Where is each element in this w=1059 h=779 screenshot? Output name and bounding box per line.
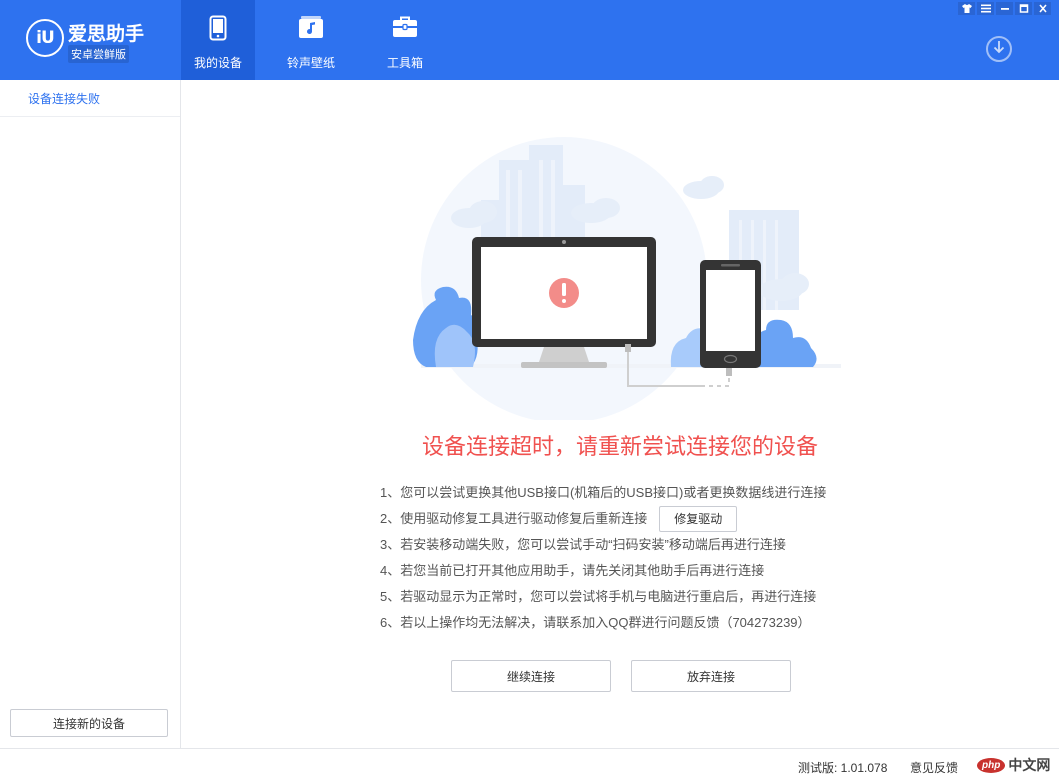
maximize-icon[interactable] (1015, 2, 1032, 15)
music-file-icon (298, 15, 324, 44)
tab-label: 铃声壁纸 (286, 56, 335, 70)
watermark: php 中文网 (977, 755, 1050, 775)
troubleshoot-tips: 1、您可以尝试更换其他USB接口(机箱后的USB接口)或者更换数据线进行连接 2… (380, 480, 826, 636)
tip-line: 6、若以上操作均无法解决，请联系加入QQ群进行问题反馈（704273239） (380, 610, 826, 636)
window-controls (958, 2, 1051, 15)
minimize-icon[interactable] (996, 2, 1013, 15)
continue-connect-button[interactable]: 继续连接 (451, 660, 611, 692)
main-panel: 设备连接超时，请重新尝试连接您的设备 1、您可以尝试更换其他USB接口(机箱后的… (181, 80, 1059, 748)
status-bar: 测试版: 1.01.078 意见反馈 php 中文网 (0, 748, 1059, 779)
app-logo: iU 爱思助手 安卓尝鲜版 (26, 16, 176, 66)
tip-text: 2、使用驱动修复工具进行驱动修复后重新连接 (380, 511, 648, 526)
version-label: 测试版: 1.01.078 (798, 761, 888, 775)
toolbox-icon (392, 15, 418, 44)
download-arrow-icon (993, 40, 1005, 59)
tip-line: 5、若驱动显示为正常时，您可以尝试将手机与电脑进行重启后，再进行连接 (380, 584, 826, 610)
tip-text: 4、若您当前已打开其他应用助手，请先关闭其他助手后再进行连接 (380, 563, 765, 578)
tip-text: 3、若安装移动端失败，您可以尝试手动“扫码安装”移动端后再进行连接 (380, 537, 786, 552)
tab-label: 我的设备 (193, 56, 242, 70)
phone-icon (209, 15, 227, 46)
download-button[interactable] (986, 36, 1012, 62)
shirt-icon[interactable] (958, 2, 975, 15)
tip-line: 3、若安装移动端失败，您可以尝试手动“扫码安装”移动端后再进行连接 (380, 532, 826, 558)
connect-new-device-button[interactable]: 连接新的设备 (10, 709, 168, 737)
tab-my-device[interactable]: 我的设备 (181, 0, 255, 80)
tip-line: 1、您可以尝试更换其他USB接口(机箱后的USB接口)或者更换数据线进行连接 (380, 480, 826, 506)
menu-icon[interactable] (977, 2, 994, 15)
tip-line: 2、使用驱动修复工具进行驱动修复后重新连接 修复驱动 (380, 506, 826, 532)
tip-line: 4、若您当前已打开其他应用助手，请先关闭其他助手后再进行连接 (380, 558, 826, 584)
tab-toolbox[interactable]: 工具箱 (368, 0, 442, 80)
tab-label: 工具箱 (386, 56, 423, 70)
sidebar-item-connection-failed[interactable]: 设备连接失败 (0, 80, 180, 117)
fix-driver-button[interactable]: 修复驱动 (659, 506, 738, 532)
close-icon[interactable] (1034, 2, 1051, 15)
tip-text: 6、若以上操作均无法解决，请联系加入QQ群进行问题反馈（704273239） (380, 615, 811, 630)
feedback-link[interactable]: 意见反馈 (910, 759, 958, 776)
app-edition: 安卓尝鲜版 (68, 45, 129, 63)
tip-text: 5、若驱动显示为正常时，您可以尝试将手机与电脑进行重启后，再进行连接 (380, 589, 817, 604)
tip-text: 1、您可以尝试更换其他USB接口(机箱后的USB接口)或者更换数据线进行连接 (380, 485, 827, 500)
tab-ringtone-wallpaper[interactable]: 铃声壁纸 (274, 0, 348, 80)
app-name: 爱思助手 (68, 23, 145, 45)
sidebar: 设备连接失败 连接新的设备 (0, 80, 181, 748)
error-title: 设备连接超时，请重新尝试连接您的设备 (421, 435, 818, 460)
watermark-logo: php (977, 757, 1006, 773)
abandon-connect-button[interactable]: 放弃连接 (631, 660, 791, 692)
connection-failed-illustration (413, 137, 841, 420)
watermark-text: 中文网 (1008, 757, 1051, 773)
logo-mark: iU (26, 19, 64, 57)
top-header: iU 爱思助手 安卓尝鲜版 我的设备 铃声壁纸 工具箱 (0, 0, 1059, 80)
